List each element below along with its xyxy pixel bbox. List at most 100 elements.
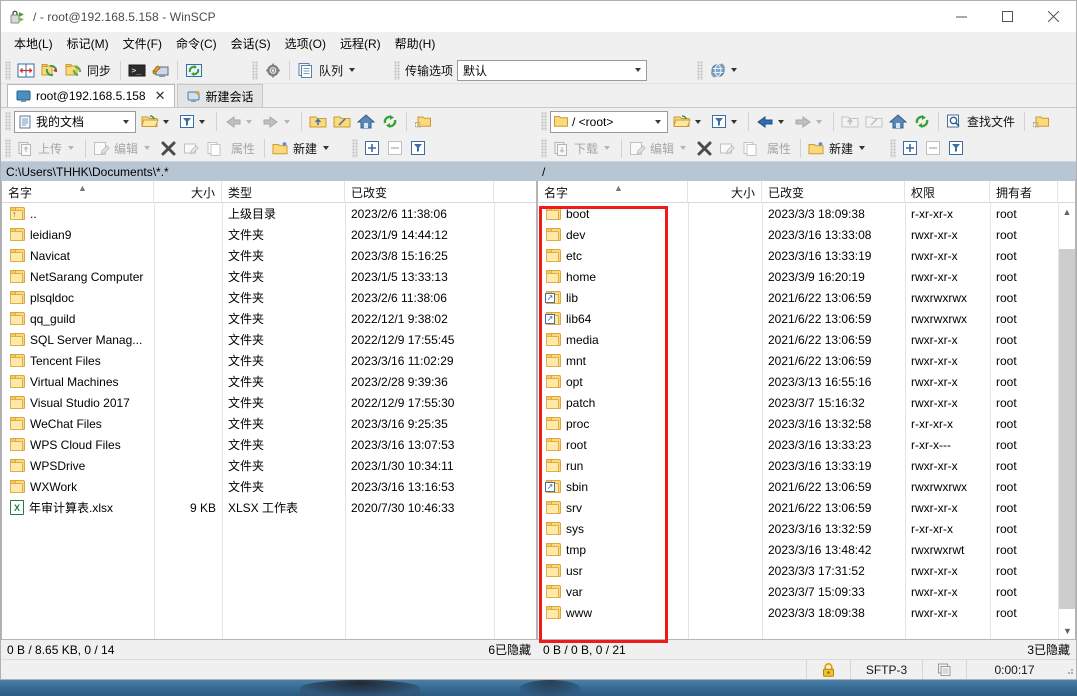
- remote-delete-button[interactable]: [693, 137, 716, 160]
- file-name-cell[interactable]: mnt: [538, 350, 688, 371]
- file-name-cell[interactable]: usr: [538, 560, 688, 581]
- remote-bookmark-button[interactable]: [1029, 110, 1053, 133]
- chevron-down-icon[interactable]: [859, 146, 866, 150]
- local-rows[interactable]: ↑.. 上级目录 2023/2/6 11:38:06 leidian9 文件夹 2023/…: [2, 203, 536, 639]
- status-queue-indicator[interactable]: [922, 660, 966, 679]
- scroll-down-icon[interactable]: ▼: [1059, 622, 1075, 639]
- local-duplicate-button[interactable]: [203, 137, 226, 160]
- local-delete-button[interactable]: [157, 137, 180, 160]
- local-toolbar-grip[interactable]: [5, 112, 11, 131]
- table-row[interactable]: WPS Cloud Files 文件夹 2023/3/16 13:07:53: [2, 434, 536, 455]
- file-name-cell[interactable]: srv: [538, 497, 688, 518]
- file-name-cell[interactable]: leidian9: [2, 224, 154, 245]
- remote-properties-button[interactable]: 属性: [762, 137, 796, 160]
- remote-find-files-button[interactable]: 查找文件: [943, 110, 1020, 133]
- remote-parent-directory-button[interactable]: [838, 110, 862, 133]
- transfer-options-combo[interactable]: 默认: [457, 59, 648, 81]
- table-row[interactable]: var 2023/3/7 15:09:33 rwxr-xr-x root: [538, 581, 1075, 602]
- file-name-cell[interactable]: ↗ lib: [538, 287, 688, 308]
- table-row[interactable]: boot 2023/3/3 18:09:38 r-xr-xr-x root: [538, 203, 1075, 224]
- remote-refresh-button[interactable]: [910, 110, 934, 133]
- file-name-cell[interactable]: plsqldoc: [2, 287, 154, 308]
- local-path-combo[interactable]: 我的文档: [14, 110, 136, 133]
- chevron-down-icon[interactable]: [778, 119, 784, 124]
- file-name-cell[interactable]: tmp: [538, 539, 688, 560]
- chevron-down-icon[interactable]: [816, 119, 822, 124]
- remote-toolbar-grip[interactable]: [541, 112, 547, 131]
- remote-edit-button[interactable]: 编辑: [626, 137, 693, 160]
- remote-path-combo[interactable]: / <root>: [550, 110, 668, 133]
- table-row[interactable]: WeChat Files 文件夹 2023/3/16 9:25:35: [2, 413, 536, 434]
- menu-mark[interactable]: 标记(M): [60, 34, 116, 56]
- table-row[interactable]: SQL Server Manag... 文件夹 2022/12/9 17:55:45: [2, 329, 536, 350]
- file-name-cell[interactable]: media: [538, 329, 688, 350]
- file-name-cell[interactable]: WPSDrive: [2, 455, 154, 476]
- chevron-down-icon[interactable]: [323, 146, 330, 150]
- remote-invert-selection-button[interactable]: [945, 137, 968, 160]
- remote-col-size[interactable]: 大小: [688, 181, 762, 203]
- file-name-cell[interactable]: NetSarang Computer: [2, 266, 154, 287]
- table-row[interactable]: Navicat 文件夹 2023/3/8 15:16:25: [2, 245, 536, 266]
- local-rename-button[interactable]: [180, 137, 203, 160]
- remote-forward-button[interactable]: [791, 110, 829, 133]
- file-name-cell[interactable]: dev: [538, 224, 688, 245]
- table-row[interactable]: root 2023/3/16 13:33:23 r-xr-x--- root: [538, 434, 1075, 455]
- file-name-cell[interactable]: ↗ lib64: [538, 308, 688, 329]
- file-name-cell[interactable]: WPS Cloud Files: [2, 434, 154, 455]
- table-row[interactable]: run 2023/3/16 13:33:19 rwxr-xr-x root: [538, 455, 1075, 476]
- file-name-cell[interactable]: Visual Studio 2017: [2, 392, 154, 413]
- remote-select-grip[interactable]: [890, 138, 897, 158]
- chevron-down-icon[interactable]: [284, 119, 290, 124]
- table-row[interactable]: media 2021/6/22 13:06:59 rwxr-xr-x root: [538, 329, 1075, 350]
- file-name-cell[interactable]: WXWork: [2, 476, 154, 497]
- table-row[interactable]: mnt 2021/6/22 13:06:59 rwxr-xr-x root: [538, 350, 1075, 371]
- toolbar-grip-2[interactable]: [252, 60, 259, 80]
- local-unselect-files-button[interactable]: [384, 137, 407, 160]
- resize-grip[interactable]: [1062, 660, 1076, 679]
- local-edit-button[interactable]: 编辑: [90, 137, 157, 160]
- remote-col-perms[interactable]: 权限: [905, 181, 990, 203]
- table-row[interactable]: tmp 2023/3/16 13:48:42 rwxrwxrwt root: [538, 539, 1075, 560]
- table-row[interactable]: plsqldoc 文件夹 2023/2/6 11:38:06: [2, 287, 536, 308]
- file-name-cell[interactable]: SQL Server Manag...: [2, 329, 154, 350]
- local-home-directory-button[interactable]: [354, 110, 378, 133]
- file-name-cell[interactable]: patch: [538, 392, 688, 413]
- local-open-directory-button[interactable]: [138, 110, 176, 133]
- chevron-down-icon[interactable]: [144, 146, 151, 150]
- tab-session-root[interactable]: root@192.168.5.158 ✕: [7, 84, 175, 107]
- table-row[interactable]: proc 2023/3/16 13:32:58 r-xr-xr-x root: [538, 413, 1075, 434]
- file-name-cell[interactable]: proc: [538, 413, 688, 434]
- local-col-type[interactable]: 类型: [222, 181, 345, 203]
- menu-help[interactable]: 帮助(H): [388, 34, 443, 56]
- table-row[interactable]: dev 2023/3/16 13:33:08 rwxr-xr-x root: [538, 224, 1075, 245]
- table-row[interactable]: WXWork 文件夹 2023/3/16 13:16:53: [2, 476, 536, 497]
- file-name-cell[interactable]: X 年审计算表.xlsx: [2, 497, 154, 518]
- remote-action-grip[interactable]: [541, 138, 547, 158]
- local-col-changed[interactable]: 已改变: [345, 181, 494, 203]
- tab-new-session[interactable]: 新建会话: [176, 84, 263, 107]
- remote-file-list[interactable]: 名字 ▲ 大小 已改变 权限 拥有者 boot 2023/3/3 18:09:3…: [537, 181, 1076, 640]
- local-action-grip[interactable]: [5, 138, 11, 158]
- remote-open-directory-button[interactable]: [670, 110, 708, 133]
- table-row[interactable]: ↑.. 上级目录 2023/2/6 11:38:06: [2, 203, 536, 224]
- table-row[interactable]: srv 2021/6/22 13:06:59 rwxr-xr-x root: [538, 497, 1075, 518]
- remote-root-directory-button[interactable]: [862, 110, 886, 133]
- remote-col-name[interactable]: 名字 ▲: [538, 181, 688, 203]
- file-name-cell[interactable]: run: [538, 455, 688, 476]
- chevron-down-icon[interactable]: [199, 119, 205, 124]
- file-name-cell[interactable]: ↗ sbin: [538, 476, 688, 497]
- file-name-cell[interactable]: Tencent Files: [2, 350, 154, 371]
- chevron-down-icon[interactable]: [119, 112, 133, 132]
- table-row[interactable]: qq_guild 文件夹 2022/12/1 9:38:02: [2, 308, 536, 329]
- remote-back-button[interactable]: [753, 110, 791, 133]
- file-name-cell[interactable]: etc: [538, 245, 688, 266]
- local-col-size[interactable]: 大小: [154, 181, 222, 203]
- remote-rows[interactable]: boot 2023/3/3 18:09:38 r-xr-xr-x root dev 202…: [538, 203, 1075, 639]
- remote-unselect-files-button[interactable]: [922, 137, 945, 160]
- table-row[interactable]: usr 2023/3/3 17:31:52 rwxr-xr-x root: [538, 560, 1075, 581]
- table-row[interactable]: sys 2023/3/16 13:32:59 r-xr-xr-x root: [538, 518, 1075, 539]
- chevron-down-icon[interactable]: [68, 146, 75, 150]
- remote-download-button[interactable]: 下载: [550, 137, 617, 160]
- file-name-cell[interactable]: WeChat Files: [2, 413, 154, 434]
- remote-home-directory-button[interactable]: [886, 110, 910, 133]
